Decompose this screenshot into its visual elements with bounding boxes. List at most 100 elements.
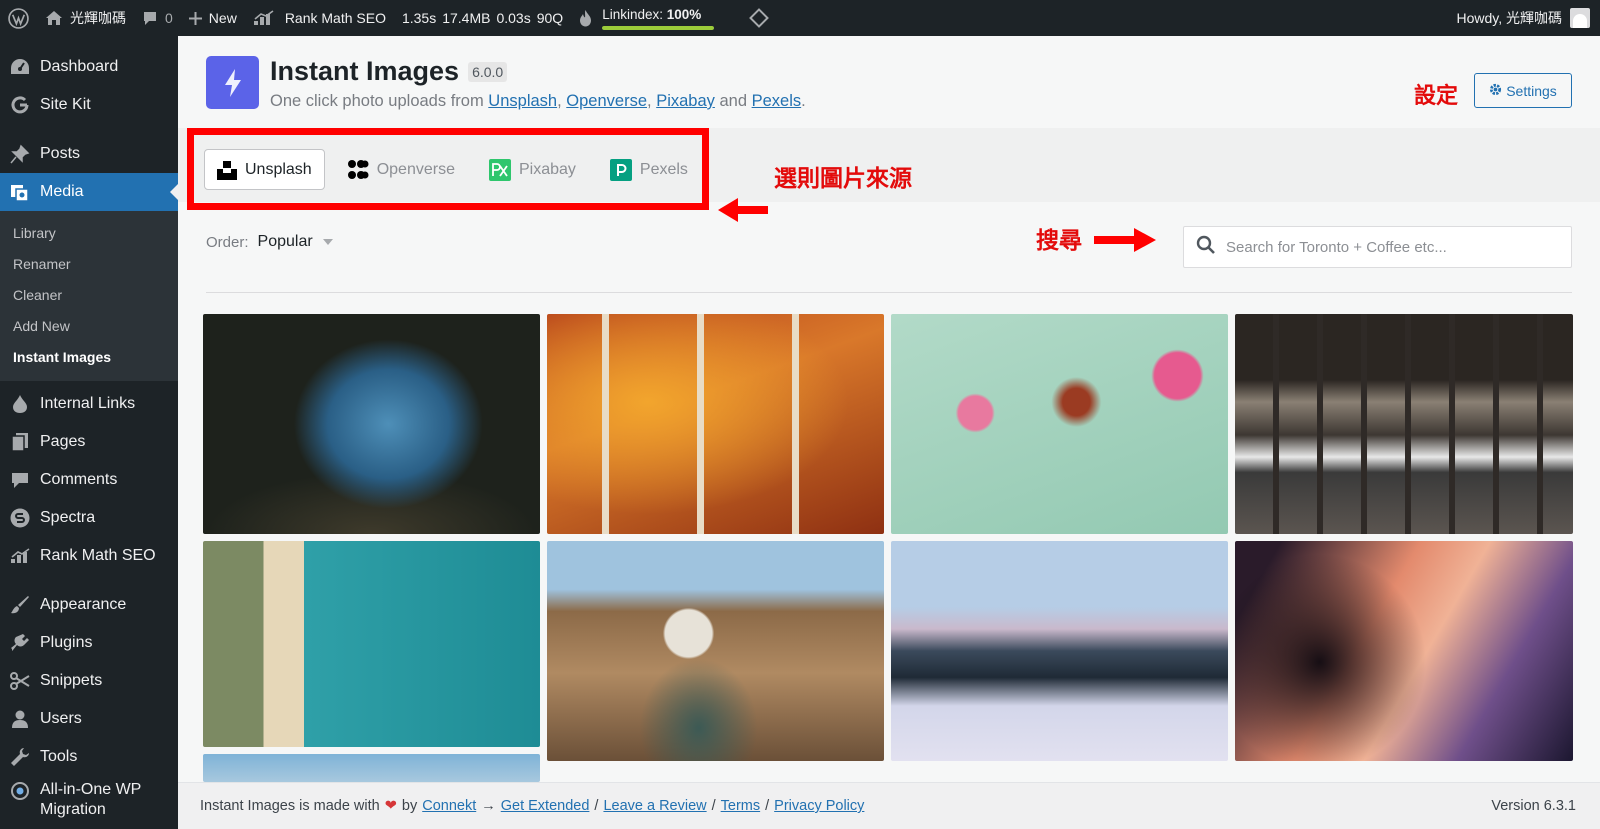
settings-button[interactable]: Settings (1474, 73, 1572, 108)
media-icon (9, 181, 31, 203)
plugin-icon (9, 632, 31, 654)
search-annotation-arrow (1094, 226, 1156, 259)
query-monitor-link[interactable]: 1.35s 17.4MB 0.03s 90Q (394, 0, 571, 36)
menu-item-appearance[interactable]: Appearance (0, 586, 178, 624)
google-g-icon (9, 94, 31, 116)
menu-item-tools[interactable]: Tools (0, 738, 178, 776)
menu-item-all-in-one-migration[interactable]: All-in-One WP Migration (0, 776, 178, 822)
perf-query-time: 0.03s (496, 10, 531, 26)
photo-pink-flowers[interactable] (891, 314, 1228, 534)
footer-separator: / (765, 798, 770, 814)
menu-item-posts[interactable]: Posts (0, 135, 178, 173)
menu-label: Internal Links (40, 395, 136, 412)
photo-underwater-cave[interactable] (203, 314, 540, 534)
tagline-comma: , (647, 92, 652, 110)
search-input[interactable] (1226, 238, 1546, 256)
photo-coastal-aerial[interactable] (203, 541, 540, 747)
source-annotation: 選則圖片來源 (774, 165, 912, 191)
home-icon (45, 10, 63, 26)
comments-link[interactable]: 0 (134, 0, 181, 36)
menu-label: Tools (40, 748, 78, 765)
menu-item-spectra[interactable]: Spectra (0, 499, 178, 537)
flame-icon (579, 9, 592, 27)
main-content: Instant Images 6.0.0 One click photo upl… (178, 36, 1600, 829)
menu-label: Spectra (40, 509, 96, 526)
linkindex-meter: Linkindex: 100% (602, 7, 715, 30)
submenu-cleaner[interactable]: Cleaner (0, 280, 178, 311)
tagline-link-pexels[interactable]: Pexels (752, 92, 802, 110)
menu-label: Users (40, 710, 82, 727)
diamond-icon[interactable] (722, 0, 774, 36)
perf-queries: 90Q (536, 10, 564, 26)
submenu-library[interactable]: Library (0, 218, 178, 249)
menu-label: Comments (40, 471, 118, 488)
my-account-link[interactable]: Howdy, 光輝咖碼 (1448, 0, 1600, 36)
menu-item-snippets[interactable]: Snippets (0, 662, 178, 700)
tagline-link-openverse[interactable]: Openverse (566, 92, 647, 110)
footer: Instant Images is made with ❤ by Connekt… (178, 782, 1600, 829)
wrench-icon (9, 746, 31, 768)
linkindex-link[interactable]: Linkindex: 100% (571, 0, 722, 36)
comment-icon (9, 469, 31, 491)
photo-partial[interactable] (203, 754, 540, 782)
photo-train-station[interactable] (1235, 314, 1573, 534)
new-content-link[interactable]: New (181, 0, 245, 36)
footer-by: by (401, 798, 418, 814)
photo-autumn-birch-forest[interactable] (547, 314, 884, 534)
menu-label: Pages (40, 433, 86, 450)
order-value: Popular (257, 233, 313, 250)
menu-item-comments[interactable]: Comments (0, 461, 178, 499)
submenu-instant-images[interactable]: Instant Images (0, 342, 178, 373)
plugin-tagline: One click photo uploads from Unsplash, O… (270, 92, 806, 111)
admin-bar: 光輝咖碼 0 New Rank Math SEO 1.35s 17.4MB 0.… (0, 0, 1600, 36)
footer-separator: / (711, 798, 716, 814)
footer-link-privacy-policy[interactable]: Privacy Policy (774, 798, 864, 814)
footer-arrow: → (481, 798, 496, 814)
tagline-link-pixabay[interactable]: Pixabay (656, 92, 715, 110)
menu-label: Plugins (40, 634, 93, 651)
rank-math-label: Rank Math SEO (284, 10, 386, 26)
pushpin-icon (9, 143, 31, 165)
rank-math-link[interactable]: Rank Math SEO (245, 0, 394, 36)
menu-label: Posts (40, 145, 81, 162)
menu-label: Snippets (40, 672, 103, 689)
submenu-renamer[interactable]: Renamer (0, 249, 178, 280)
howdy-text: Howdy, 光輝咖碼 (1456, 10, 1562, 26)
menu-item-media[interactable]: Media (0, 173, 178, 211)
footer-link-leave-review[interactable]: Leave a Review (603, 798, 706, 814)
tagline-link-unsplash[interactable]: Unsplash (488, 92, 557, 110)
menu-item-dashboard[interactable]: Dashboard (0, 48, 178, 86)
pages-icon (9, 431, 31, 453)
menu-item-plugins[interactable]: Plugins (0, 624, 178, 662)
menu-label: Media (40, 183, 84, 200)
rank-math-icon (253, 10, 275, 26)
migration-icon (9, 780, 31, 802)
menu-item-internal-links[interactable]: Internal Links (0, 385, 178, 423)
menu-item-users[interactable]: Users (0, 700, 178, 738)
footer-link-connekt[interactable]: Connekt (422, 798, 476, 814)
site-name-link[interactable]: 光輝咖碼 (37, 0, 134, 36)
search-annotation: 搜尋 (1036, 227, 1082, 253)
site-name: 光輝咖碼 (70, 10, 126, 26)
footer-link-terms[interactable]: Terms (721, 798, 760, 814)
wordpress-logo-icon[interactable] (0, 0, 37, 36)
order-select[interactable]: Order: Popular (206, 233, 333, 251)
search-icon (1196, 235, 1216, 260)
page-title: Instant Images (270, 56, 460, 86)
photo-hiker-mountains[interactable] (547, 541, 884, 761)
photo-snowy-forest[interactable] (891, 541, 1228, 761)
menu-item-rank-math[interactable]: Rank Math SEO (0, 537, 178, 575)
linkindex-progress-track (602, 25, 715, 30)
spectra-icon (9, 507, 31, 529)
source-annotation-arrow (718, 197, 768, 228)
media-submenu: Library Renamer Cleaner Add New Instant … (0, 211, 178, 381)
tagline-period: . (801, 92, 806, 110)
brush-icon (9, 594, 31, 616)
menu-item-site-kit[interactable]: Site Kit (0, 86, 178, 124)
source-highlight-box (187, 128, 709, 210)
menu-item-pages[interactable]: Pages (0, 423, 178, 461)
photo-antelope-canyon[interactable] (1235, 541, 1573, 761)
footer-link-get-extended[interactable]: Get Extended (501, 798, 590, 814)
submenu-add-new[interactable]: Add New (0, 311, 178, 342)
avatar (1570, 8, 1590, 28)
